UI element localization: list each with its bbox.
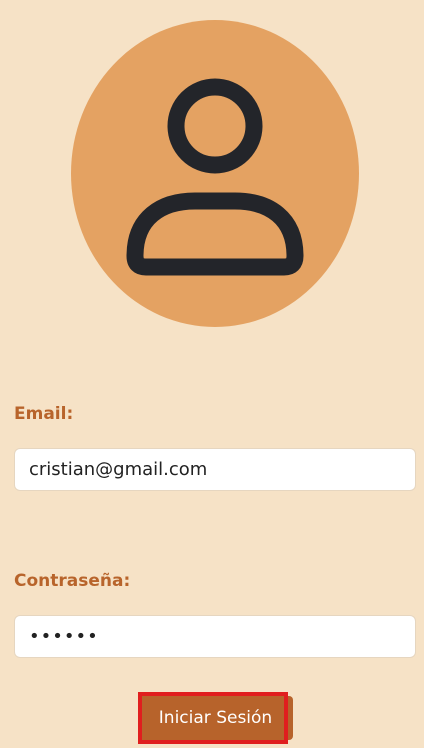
password-input[interactable] [14, 615, 416, 658]
profile-avatar [71, 20, 359, 327]
password-label: Contraseña: [14, 571, 131, 591]
user-icon [126, 78, 304, 276]
email-input[interactable] [14, 448, 416, 491]
email-label: Email: [14, 404, 74, 424]
highlight-box [138, 692, 288, 744]
